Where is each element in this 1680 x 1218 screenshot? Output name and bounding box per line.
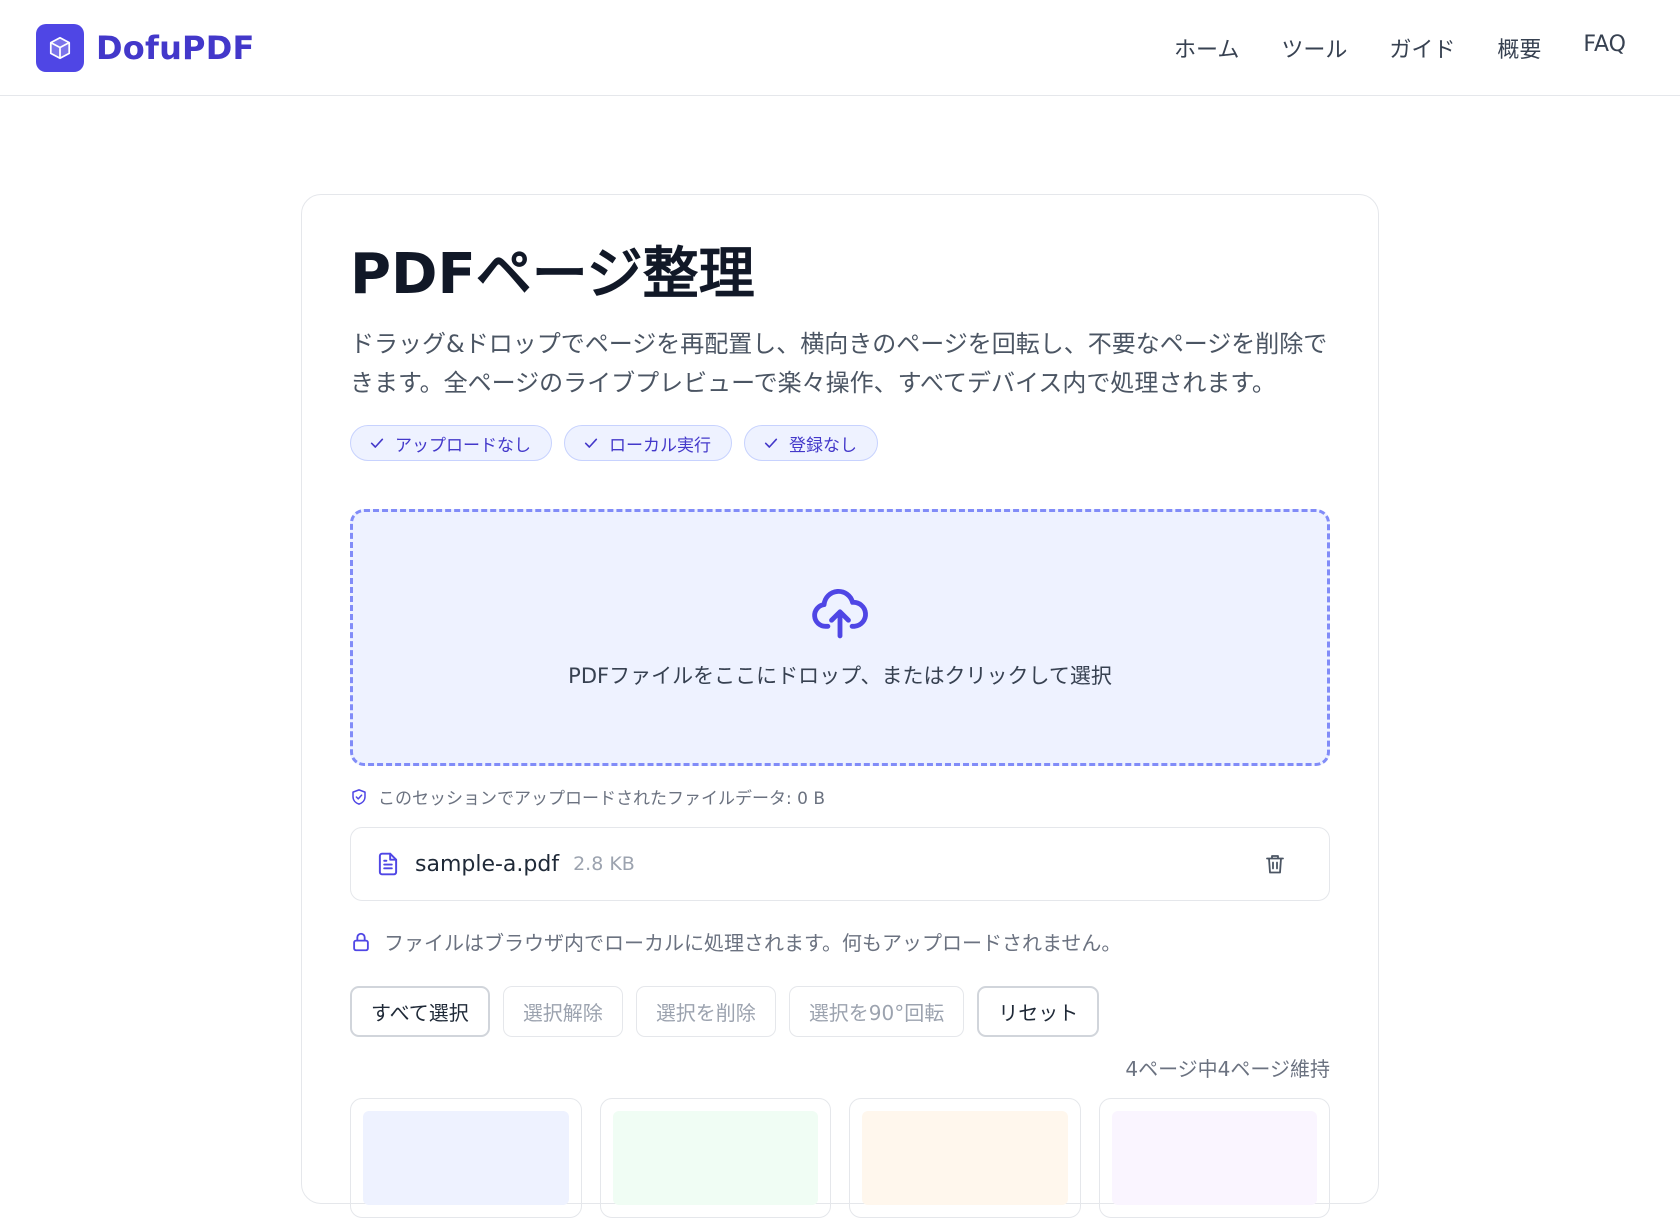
nav-about[interactable]: 概要 bbox=[1497, 32, 1541, 64]
reset-button[interactable]: リセット bbox=[977, 986, 1100, 1037]
file-row: sample-a.pdf 2.8 KB bbox=[350, 827, 1330, 901]
cloud-upload-icon bbox=[812, 588, 868, 638]
badge-no-signup: 登録なし bbox=[744, 425, 878, 461]
check-icon bbox=[584, 438, 598, 448]
nav-tools[interactable]: ツール bbox=[1281, 32, 1347, 64]
page-thumbnail-1[interactable] bbox=[350, 1098, 582, 1218]
tool-description: ドラッグ&ドロップでページを再配置し、横向きのページを回転し、不要なページを削除… bbox=[350, 330, 1328, 397]
thumbnail-preview bbox=[1111, 1111, 1317, 1205]
nav-guide[interactable]: ガイド bbox=[1389, 32, 1455, 64]
select-all-button[interactable]: すべて選択 bbox=[350, 986, 490, 1037]
nav-faq[interactable]: FAQ bbox=[1583, 32, 1626, 64]
brand-name: DofuPDF bbox=[96, 28, 255, 67]
main-nav: ホーム ツール ガイド 概要 FAQ bbox=[1174, 32, 1626, 64]
top-navbar: DofuPDF ホーム ツール ガイド 概要 FAQ bbox=[0, 0, 1680, 96]
page-thumbnail-4[interactable] bbox=[1098, 1098, 1330, 1218]
file-name: sample-a.pdf bbox=[415, 851, 560, 877]
thumbnail-preview bbox=[612, 1111, 818, 1205]
trash-icon[interactable] bbox=[1263, 852, 1287, 876]
page-title: PDFページ整理 bbox=[350, 242, 755, 307]
badge-label: アップロードなし bbox=[395, 435, 531, 456]
brand[interactable]: DofuPDF bbox=[36, 23, 255, 72]
check-icon bbox=[764, 438, 778, 448]
cube-logo-icon bbox=[36, 23, 84, 72]
badge-no-upload: アップロードなし bbox=[350, 425, 552, 461]
local-processing-note: ファイルはブラウザ内でローカルに処理されます。何もアップロードされません。 bbox=[350, 927, 1330, 956]
page-thumbnail-2[interactable] bbox=[599, 1098, 831, 1218]
thumbnail-preview bbox=[363, 1111, 569, 1205]
page-thumbnails bbox=[350, 1098, 1330, 1218]
local-note-text: ファイルはブラウザ内でローカルに処理されます。何もアップロードされません。 bbox=[384, 931, 1122, 955]
badge-label: 登録なし bbox=[789, 435, 857, 456]
page-toolbar: すべて選択 選択解除 選択を削除 選択を90°回転 リセット bbox=[350, 986, 1330, 1037]
thumbnail-preview bbox=[862, 1111, 1068, 1205]
rotate-selected-button[interactable]: 選択を90°回転 bbox=[788, 986, 965, 1037]
shield-check-icon bbox=[352, 788, 366, 805]
dropzone-text: PDFファイルをここにドロップ、またはクリックして選択 bbox=[568, 663, 1112, 688]
lock-icon bbox=[353, 932, 369, 951]
deselect-button[interactable]: 選択解除 bbox=[502, 986, 623, 1037]
feature-badges: アップロードなし ローカル実行 登録なし bbox=[350, 425, 1330, 461]
session-data-note: このセッションでアップロードされたファイルデータ: 0 B bbox=[350, 784, 1330, 809]
nav-home[interactable]: ホーム bbox=[1174, 32, 1239, 64]
file-document-icon bbox=[378, 852, 398, 876]
badge-label: ローカル実行 bbox=[609, 435, 711, 456]
page-thumbnail-3[interactable] bbox=[849, 1098, 1081, 1218]
tool-card: PDFページ整理 ドラッグ&ドロップでページを再配置し、横向きのページを回転し、… bbox=[301, 194, 1379, 1218]
delete-selected-button[interactable]: 選択を削除 bbox=[635, 986, 776, 1037]
page-count: 4ページ中4ページ維持 bbox=[1125, 1057, 1330, 1081]
pdf-dropzone[interactable]: PDFファイルをここにドロップ、またはクリックして選択 bbox=[350, 509, 1330, 766]
badge-local-run: ローカル実行 bbox=[564, 425, 732, 461]
file-size: 2.8 KB bbox=[573, 853, 635, 875]
session-note-text: このセッションでアップロードされたファイルデータ: 0 B bbox=[378, 789, 826, 809]
check-icon bbox=[370, 438, 384, 448]
